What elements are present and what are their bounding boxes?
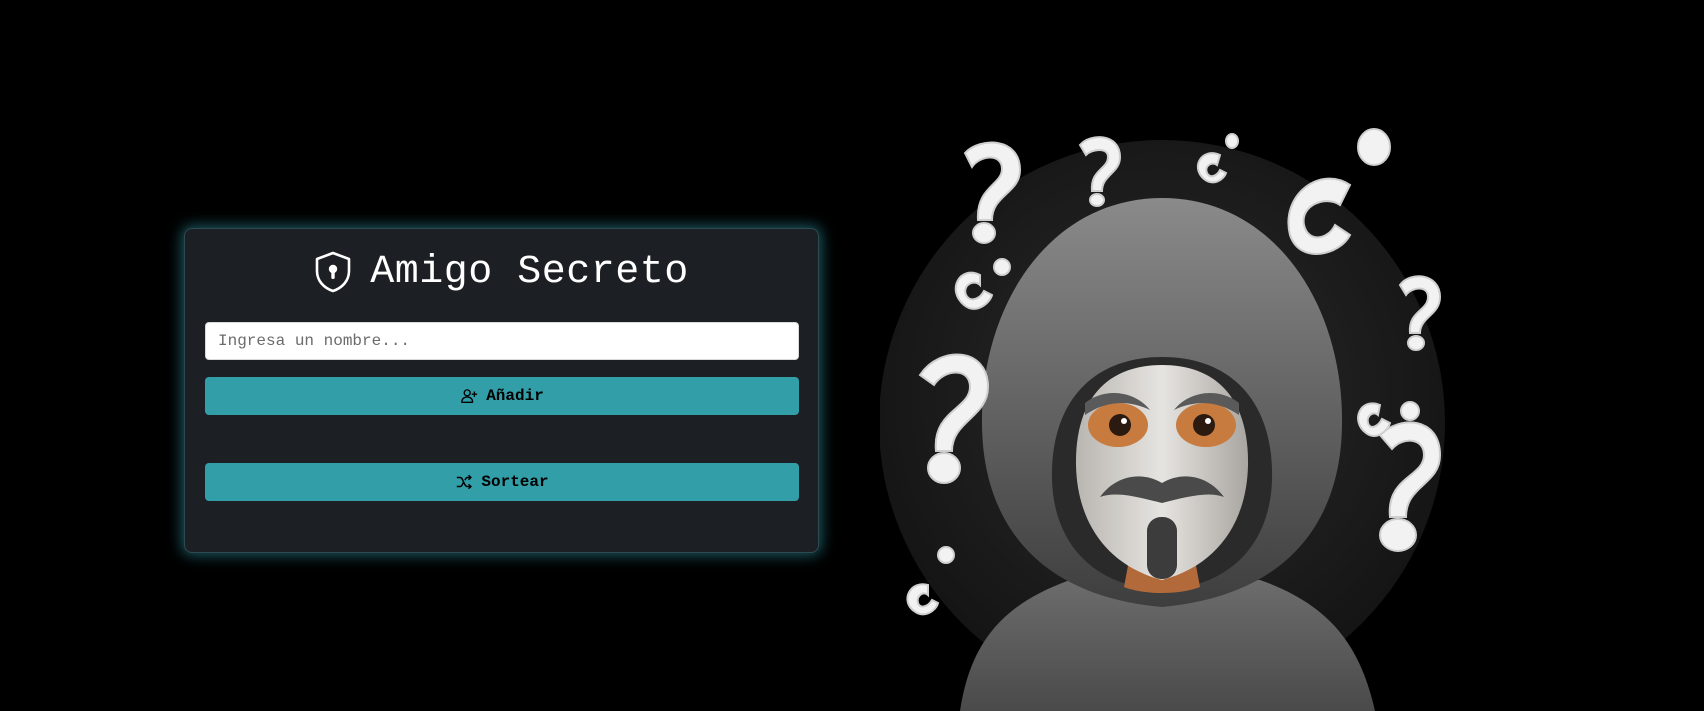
- draw-button[interactable]: Sortear: [205, 463, 799, 501]
- secret-friend-card: Amigo Secreto Añadir: [184, 228, 819, 553]
- user-plus-icon: [460, 387, 478, 405]
- title-row: Amigo Secreto: [185, 247, 818, 297]
- page: Amigo Secreto Añadir: [0, 0, 1704, 711]
- shuffle-icon: [455, 473, 473, 491]
- add-button[interactable]: Añadir: [205, 377, 799, 415]
- add-button-label: Añadir: [486, 387, 544, 405]
- hooded-figure-illustration: [879, 125, 1460, 711]
- shield-keyhole-icon: [314, 251, 352, 293]
- page-title: Amigo Secreto: [370, 249, 689, 295]
- name-input[interactable]: [205, 322, 799, 360]
- draw-button-label: Sortear: [481, 473, 549, 491]
